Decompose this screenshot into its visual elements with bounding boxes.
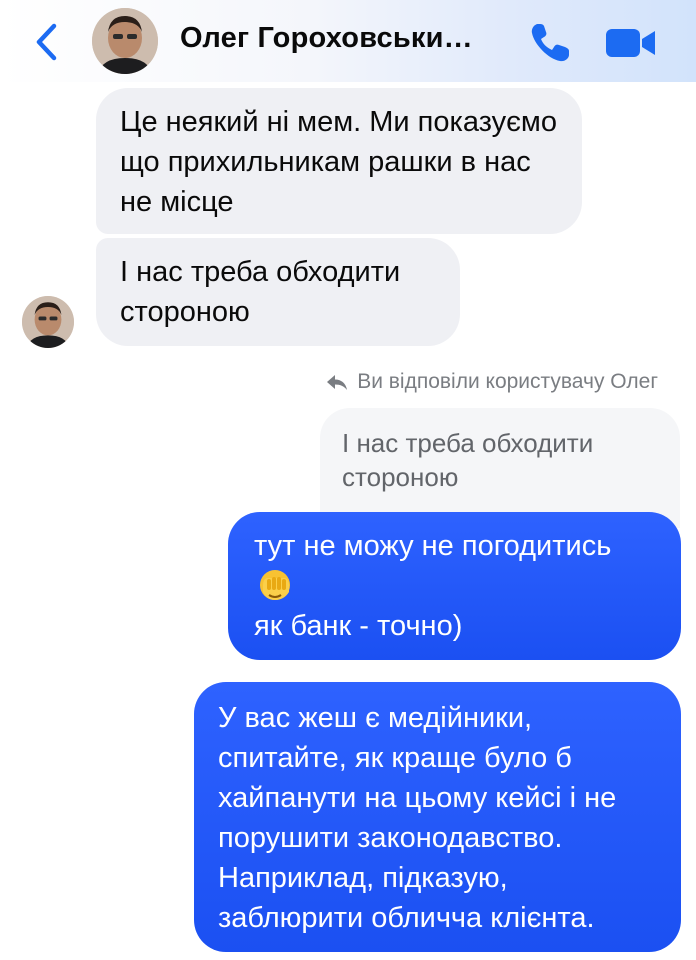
chat-header: Олег Гороховськи… — [0, 0, 696, 82]
quoted-message[interactable]: І нас треба обходити стороною — [320, 408, 680, 528]
contact-name[interactable]: Олег Гороховськи… — [180, 22, 500, 55]
outgoing-message[interactable]: У вас жеш є медійники, спитайте, як кращ… — [194, 682, 681, 952]
back-button[interactable] — [28, 20, 68, 64]
video-camera-icon — [606, 29, 655, 57]
outgoing-message[interactable]: тут не можу не погодитись як банк - точн… — [228, 512, 681, 660]
incoming-message[interactable]: Це неякий ні мем. Ми показуємо що прихил… — [96, 88, 582, 234]
message-line: як банк - точно) — [254, 610, 463, 642]
chevron-left-icon — [36, 23, 57, 61]
reply-arrow-icon — [327, 375, 348, 390]
contact-avatar[interactable] — [92, 8, 158, 74]
phone-icon — [531, 24, 569, 62]
sender-avatar[interactable] — [22, 296, 74, 348]
message-line: тут не можу не погодитись — [254, 530, 612, 562]
audio-call-button[interactable] — [527, 20, 573, 66]
video-call-button[interactable] — [604, 26, 658, 60]
reply-indicator: Ви відповіли користувачу Олег — [325, 370, 658, 394]
reply-label-text: Ви відповіли користувачу Олег — [357, 370, 658, 393]
incoming-message[interactable]: І нас треба обходити стороною — [96, 238, 460, 346]
face-with-hand-over-eyes-emoji — [260, 570, 290, 601]
